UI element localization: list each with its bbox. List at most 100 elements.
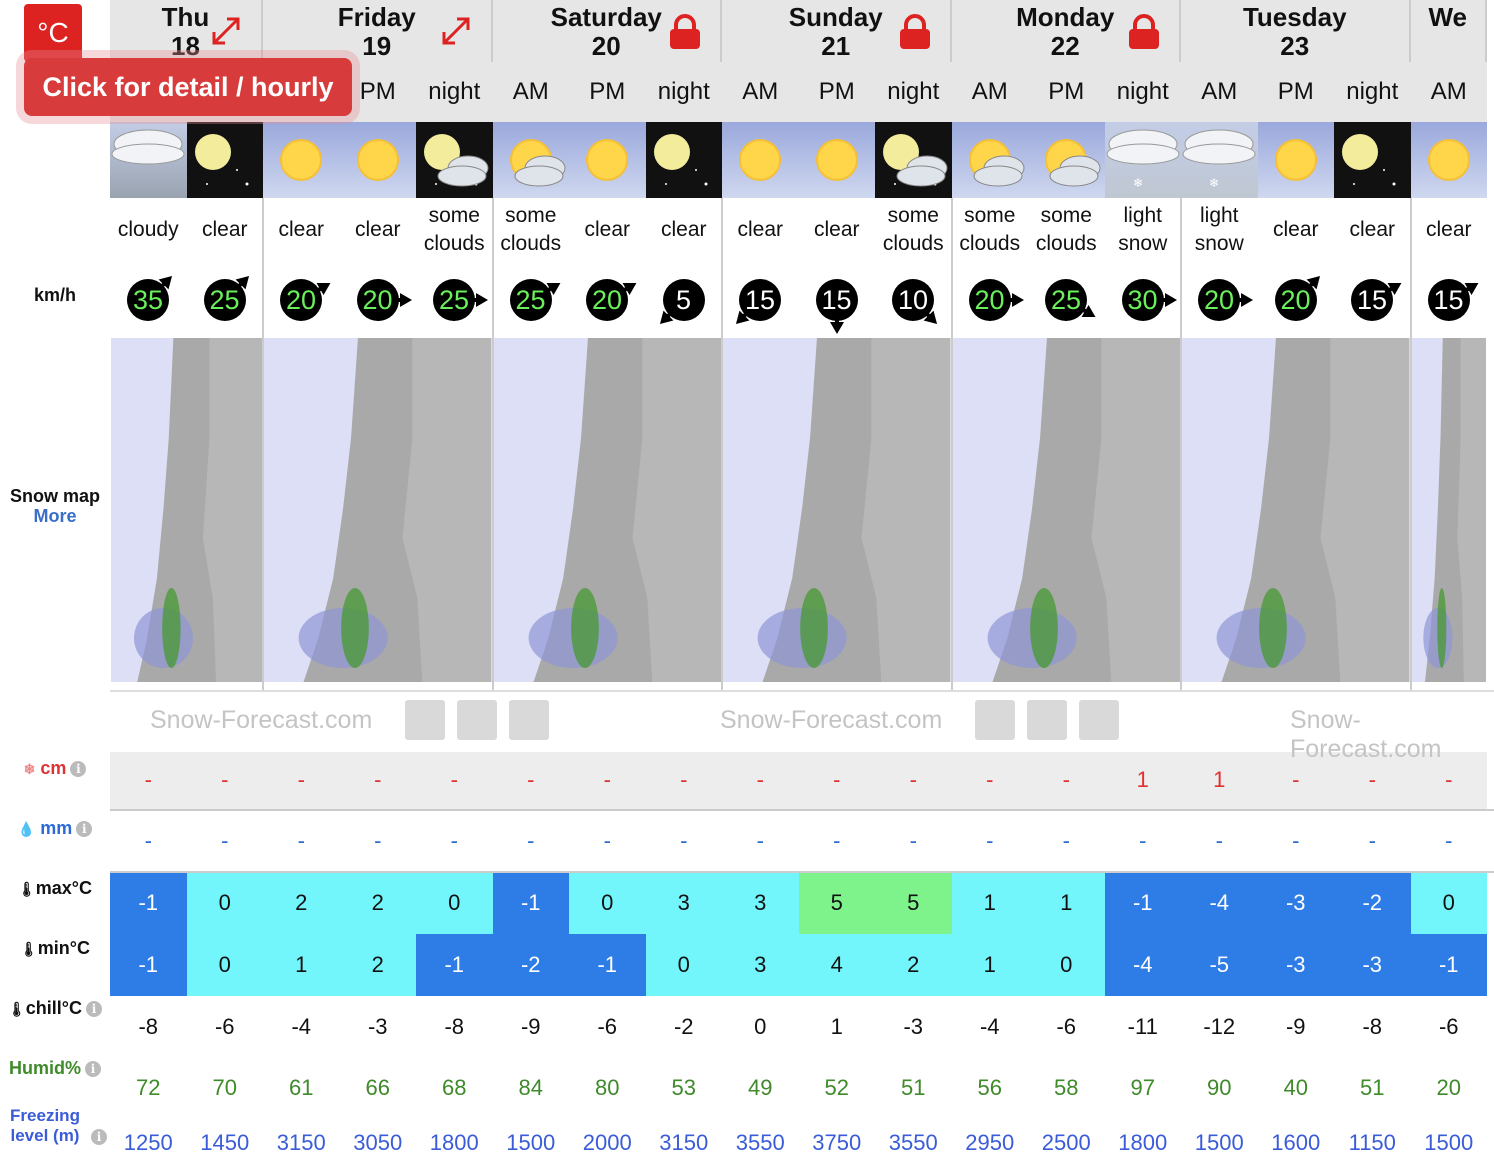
humid-cell: 68 — [416, 1058, 493, 1118]
period-label: PM — [1028, 62, 1105, 122]
info-icon[interactable]: i — [70, 761, 87, 778]
moon-cloud-icon — [416, 122, 493, 198]
period-label: PM — [569, 62, 646, 122]
max-temp-cell: -2 — [1334, 872, 1411, 934]
snow-map-image[interactable] — [952, 338, 1180, 682]
lock-icon[interactable] — [668, 14, 702, 56]
chill-cell: -6 — [1410, 996, 1487, 1058]
unit-toggle-button[interactable]: °C — [24, 4, 82, 62]
sun-cloud-icon — [1028, 122, 1105, 198]
chill-cell: -4 — [263, 996, 340, 1058]
rain-mm-text: mm — [40, 818, 73, 838]
snow-cm-cell: - — [569, 750, 646, 810]
snow-map-label: Snow map — [9, 486, 100, 506]
row-divider — [110, 871, 1494, 873]
day-header[interactable]: Saturday 20 — [492, 0, 722, 62]
min-temp-cell: 1 — [263, 934, 340, 996]
wind-speed: 10 — [897, 284, 929, 315]
max-temp-cell: -1 — [1104, 872, 1181, 934]
weather-description: clear — [737, 218, 784, 241]
snow-map-image[interactable] — [111, 338, 262, 682]
freezing-level-cell: 1800 — [416, 1118, 493, 1168]
snow-cm-cell: - — [416, 750, 493, 810]
freezing-level-cell: 3150 — [263, 1118, 340, 1168]
snow-cm-cell: - — [645, 750, 722, 810]
wind-speed: 15 — [821, 284, 852, 315]
info-icon[interactable]: i — [85, 1061, 101, 1078]
day-header[interactable]: Tuesday 23 — [1181, 0, 1411, 62]
detail-hourly-tooltip[interactable]: Click for detail / hourly — [24, 58, 352, 116]
min-temp-label: 🌡min°C — [0, 938, 110, 959]
day-header[interactable]: Monday 22 — [951, 0, 1181, 62]
expand-icon[interactable] — [439, 14, 473, 54]
chill-cell: -9 — [1257, 996, 1334, 1058]
rain-mm-cell: - — [1334, 810, 1411, 872]
info-icon[interactable]: i — [91, 1128, 107, 1145]
chill-cell: -6 — [186, 996, 263, 1058]
wind-speed: 20 — [1280, 284, 1311, 315]
snow-map-image[interactable] — [493, 338, 721, 682]
lock-icon[interactable] — [898, 14, 932, 56]
lock-icon[interactable] — [1127, 14, 1161, 56]
wind-indicator: 5 — [646, 262, 723, 338]
freezing-label: Freezing level (m) i — [0, 1106, 110, 1146]
period-label: PM — [798, 62, 875, 122]
humid-cell: 61 — [263, 1058, 340, 1118]
humid-cell: 51 — [1334, 1058, 1411, 1118]
freezing-text: Freezing level (m) — [10, 1106, 80, 1145]
freezing-level-cell: 3150 — [645, 1118, 722, 1168]
humid-cell: 70 — [186, 1058, 263, 1118]
wind-indicator: 20 — [340, 262, 417, 338]
weather-description: clear — [201, 218, 248, 241]
snow-map-image[interactable] — [1411, 338, 1486, 682]
wind-indicator: 25 — [187, 262, 264, 338]
svg-text:❄: ❄ — [1209, 176, 1219, 190]
info-icon[interactable]: i — [76, 821, 93, 838]
rain-mm-cell: - — [875, 810, 952, 872]
min-temp-cell: 0 — [645, 934, 722, 996]
brand-logo-text: Snow-Forecast.com — [1290, 706, 1442, 763]
day-header[interactable]: Thu 18 — [110, 0, 263, 62]
wind-speed: 20 — [362, 284, 393, 315]
wind-speed: 30 — [1127, 284, 1158, 315]
weather-description: cloudy — [117, 218, 179, 241]
weather-description: clear — [1272, 218, 1319, 241]
freezing-level-cell: 3550 — [875, 1118, 952, 1168]
period-label: AM — [1181, 62, 1258, 122]
freezing-level-cell: 3050 — [339, 1118, 416, 1168]
moon-night-icon — [186, 122, 263, 198]
chill-cell: -6 — [569, 996, 646, 1058]
day-header[interactable]: Friday 19 — [263, 0, 493, 62]
chill-cell: -6 — [1028, 996, 1105, 1058]
day-number: 23 — [1280, 31, 1310, 61]
rain-mm-cell: - — [1257, 810, 1334, 872]
wind-speed: 15 — [1356, 284, 1388, 315]
max-temp-cell: 0 — [1410, 872, 1487, 934]
cloud-icon — [405, 700, 445, 740]
snow-cm-cell: - — [263, 750, 340, 810]
rain-mm-cell: - — [492, 810, 569, 872]
rain-mm-cell: - — [569, 810, 646, 872]
moon-night-icon — [1334, 122, 1411, 198]
freezing-level-cell: 2950 — [951, 1118, 1028, 1168]
snow-map-more-link[interactable]: More — [0, 506, 110, 527]
snow-map-image[interactable] — [264, 338, 492, 682]
snow-cm-cell: - — [722, 750, 799, 810]
humid-cell: 97 — [1104, 1058, 1181, 1118]
max-temp-cell: 3 — [722, 872, 799, 934]
expand-icon[interactable] — [209, 14, 243, 54]
rain-mm-label: 💧 mm i — [0, 818, 110, 839]
day-header[interactable]: We — [1410, 0, 1487, 62]
snow-cm-label: ❄ cm i — [0, 758, 110, 779]
info-icon[interactable]: i — [86, 1001, 102, 1018]
snow-map-image[interactable] — [723, 338, 951, 682]
weather-description: some clouds — [423, 204, 485, 255]
arrow-icon — [457, 700, 497, 740]
day-header[interactable]: Sunday 21 — [722, 0, 952, 62]
min-temp-cell: -1 — [1410, 934, 1487, 996]
snow-map-image[interactable] — [1182, 338, 1410, 682]
min-temp-cell: 3 — [722, 934, 799, 996]
wind-indicator: 25 — [416, 262, 493, 338]
humid-cell: 51 — [875, 1058, 952, 1118]
snow-cm-cell: - — [339, 750, 416, 810]
